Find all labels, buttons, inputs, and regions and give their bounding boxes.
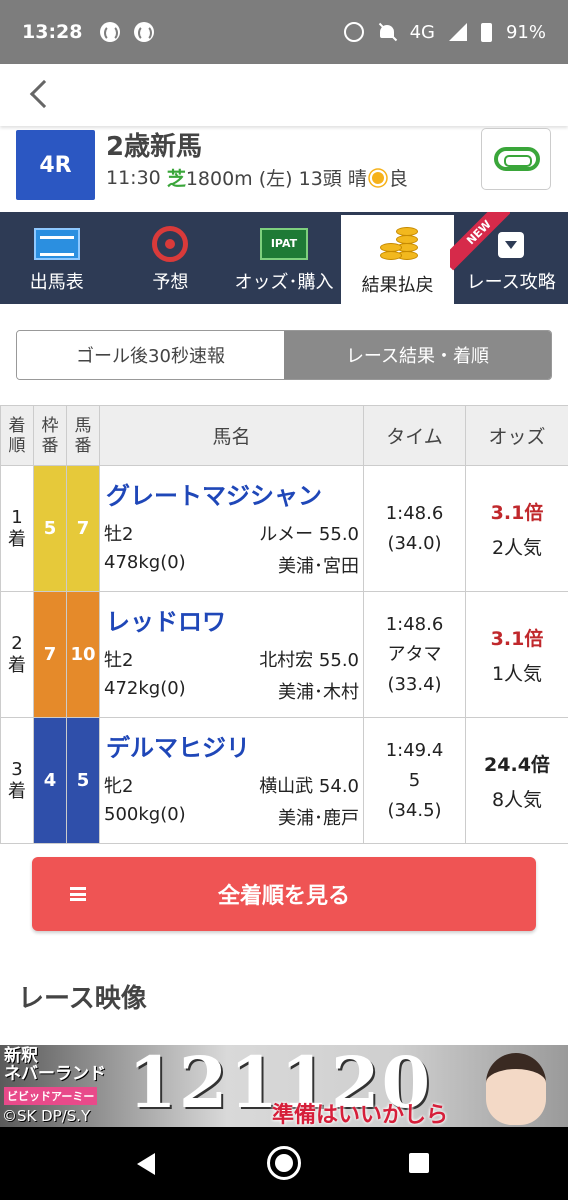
header-horse-number: 馬番 [66,405,100,466]
finish-rank: 1着 [0,465,34,592]
notification-ball-icon [134,22,155,42]
battery-level: 91% [505,21,546,43]
target-icon [152,226,189,262]
race-distance: 1800m (左) [185,168,293,190]
home-icon[interactable] [267,1146,301,1180]
horse-number: 7 [66,465,100,592]
odds-cell: 24.4倍 8人気 [465,717,568,844]
horse-cell: グレートマジシャン 牡2 ルメー 55.0 478kg(0) 美浦･宮田 [99,465,364,592]
tab-odds-purchase[interactable]: IPAT オッズ･購入 [227,212,341,304]
finish-rank: 3着 [0,717,34,844]
header-frame: 枠番 [33,405,67,466]
race-name: 2歳新馬 [106,132,203,162]
race-runners: 13頭 [298,168,342,190]
header-odds: オッズ [465,405,568,466]
ad-banner[interactable]: 新釈 ネバーランド ビビッドアーミー ©SK DP/S.Y 121120 準備はい… [0,1045,568,1127]
finish-rank: 2着 [0,591,34,718]
horse-detail: 牡2 北村宏 55.0 [104,650,359,671]
horse-number: 10 [66,591,100,718]
race-course-icon [494,147,540,171]
race-tabs: 出馬表 予想 IPAT オッズ･購入 結果払戻 NEW レース攻略 [0,212,568,304]
horse-name-link[interactable]: デルマヒジリ [106,728,250,763]
segment-quick-result[interactable]: ゴール後30秒速報 [17,331,284,379]
frame-number: 4 [33,717,67,844]
horse-name-link[interactable]: グレートマジシャン [106,476,322,511]
tab-label: 出馬表 [29,272,84,293]
list-icon [70,887,86,901]
ad-character-image [486,1053,546,1125]
notification-ball-icon [100,22,121,42]
course-map-button[interactable] [481,128,551,190]
result-view-toggle: ゴール後30秒速報 レース結果・着順 [16,330,552,380]
horse-detail: 472kg(0) 美浦･木村 [104,678,359,703]
race-number-badge: 4R [16,130,95,200]
frame-number: 7 [33,591,67,718]
horse-detail: 牡2 ルメー 55.0 [104,524,359,545]
race-going: 良 [388,168,408,190]
ad-title: 新釈 ネバーランド [4,1046,106,1084]
frame-number: 5 [33,465,67,592]
tab-entry-list[interactable]: 出馬表 [0,212,114,304]
clock: 13:28 [22,21,83,43]
odds-cell: 3.1倍 1人気 [465,591,568,718]
ad-copyright: ©SK DP/S.Y [2,1107,91,1125]
race-start-time: 11:30 [106,166,161,189]
finish-time: 1:49.4 5 (34.5) [363,717,466,844]
ipat-icon: IPAT [259,228,308,260]
finish-time: 1:48.6 アタマ (33.4) [363,591,466,718]
alarm-icon [343,22,364,42]
tab-prediction[interactable]: 予想 [114,212,228,304]
table-row[interactable]: 3着 4 5 デルマヒジリ 牝2 横山武 54.0 500kg(0) 美浦･鹿戸 1… [0,717,568,844]
back-icon[interactable] [137,1153,155,1175]
coins-icon [378,227,418,263]
tab-race-strategy[interactable]: NEW レース攻略 [449,212,568,304]
sun-icon [371,171,384,184]
race-info: 11:30 芝 1800m (左) 13頭 晴良 [106,164,408,191]
table-header-row: 着順 枠番 馬番 馬名 タイム オッズ [0,405,568,466]
tab-label: オッズ･購入 [234,272,334,293]
horse-detail: 500kg(0) 美浦･鹿戸 [104,804,359,829]
table-row[interactable]: 1着 5 7 グレートマジシャン 牡2 ルメー 55.0 478kg(0) 美浦･宮… [0,465,568,592]
signal-icon [448,23,467,41]
entry-list-icon [33,228,80,260]
tab-label: 結果払戻 [361,275,434,296]
tab-results-payout[interactable]: 結果払戻 [340,212,455,304]
finish-time: 1:48.6 (34.0) [363,465,466,592]
header-time: タイム [363,405,466,466]
horse-cell: レッドロワ 牡2 北村宏 55.0 472kg(0) 美浦･木村 [99,591,364,718]
segment-race-result[interactable]: レース結果・着順 [284,331,551,379]
all-results-button[interactable]: 全着順を見る [32,857,536,931]
recent-apps-icon[interactable] [409,1153,429,1173]
horse-name-link[interactable]: レッドロワ [106,602,226,637]
back-chevron-icon[interactable] [29,79,59,109]
tab-label: レース攻略 [466,272,556,293]
section-title-race-video: レース映像 [18,984,147,1014]
top-nav-bar [0,64,568,126]
all-results-label: 全着順を見る [217,884,350,909]
play-down-icon [498,232,525,258]
horse-cell: デルマヒジリ 牝2 横山武 54.0 500kg(0) 美浦･鹿戸 [99,717,364,844]
race-weather: 晴 [347,168,367,190]
horse-number: 5 [66,717,100,844]
tab-label: 予想 [152,272,189,293]
status-bar: 13:28 4G 91% [0,0,568,64]
odds-cell: 3.1倍 2人気 [465,465,568,592]
header-horse-name: 馬名 [99,405,364,466]
network-type: 4G [409,21,435,43]
mute-icon [378,23,396,41]
horse-detail: 478kg(0) 美浦･宮田 [104,552,359,577]
race-surface: 芝 [166,168,186,190]
ad-tagline: 準備はいいかしら [272,1103,449,1127]
results-table: 着順 枠番 馬番 馬名 タイム オッズ 1着 5 7 グレートマジシャン 牡2 ル… [0,405,568,844]
race-header: 4R 2歳新馬 11:30 芝 1800m (左) 13頭 晴良 [0,126,568,212]
ad-subtitle: ビビッドアーミー [4,1087,98,1105]
header-rank: 着順 [0,405,34,466]
system-navigation-bar [0,1127,568,1200]
battery-icon [480,22,492,42]
horse-detail: 牝2 横山武 54.0 [104,776,359,797]
table-row[interactable]: 2着 7 10 レッドロワ 牡2 北村宏 55.0 472kg(0) 美浦･木村 1… [0,591,568,718]
